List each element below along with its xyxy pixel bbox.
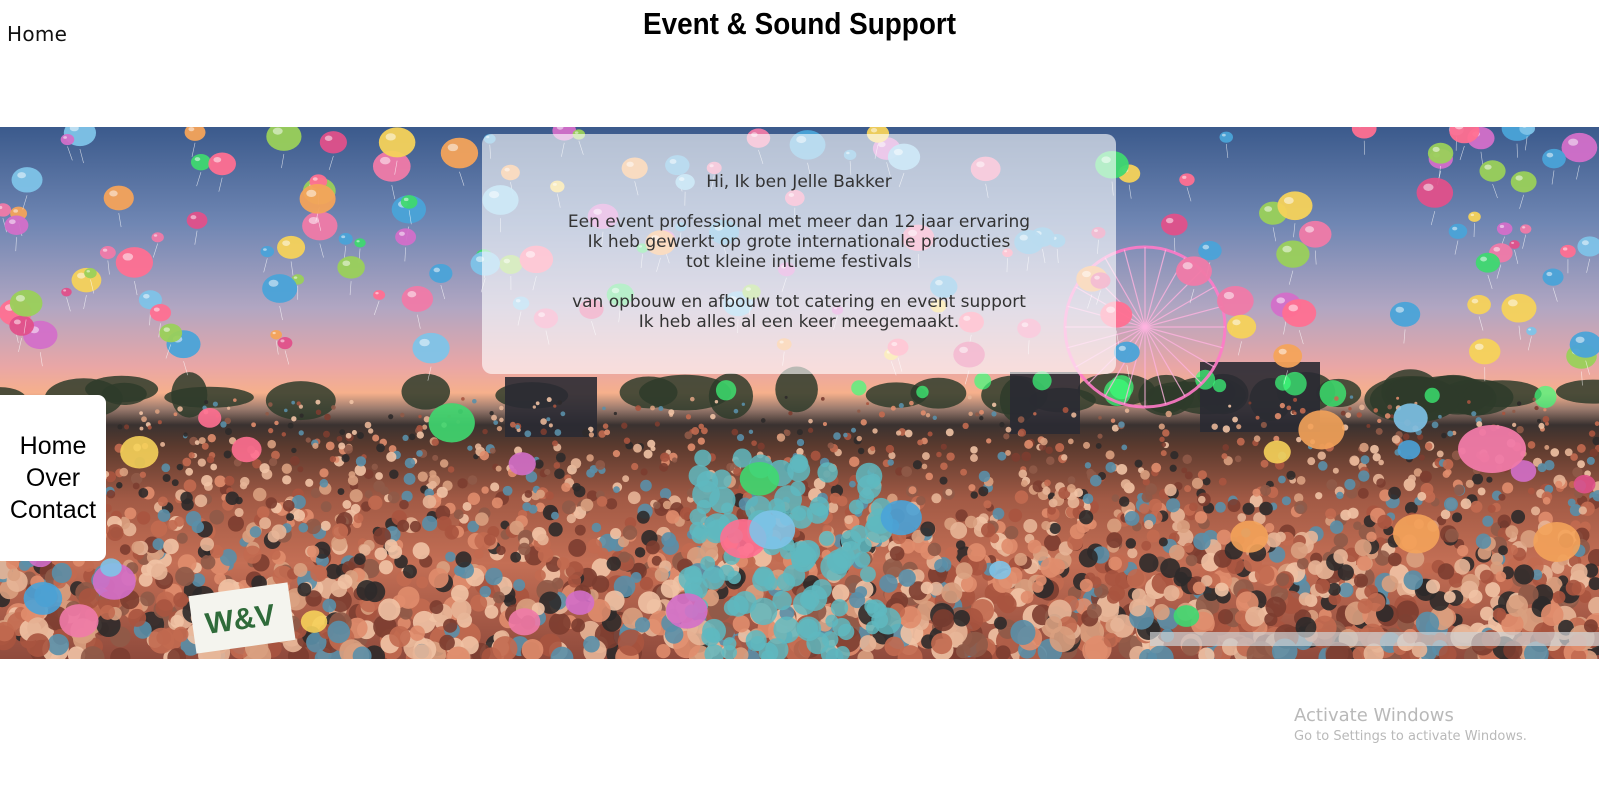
side-nav-contact[interactable]: Contact bbox=[10, 494, 96, 526]
page: Home Event & Sound Support W&V Hi, Ik be… bbox=[0, 0, 1599, 789]
activate-windows-watermark: Activate Windows Go to Settings to activ… bbox=[1294, 705, 1527, 747]
intro-line-2: Ik heb gewerkt op grote internationale p… bbox=[587, 232, 1011, 252]
hero-banner: W&V Hi, Ik ben Jelle Bakker Een event pr… bbox=[0, 127, 1599, 659]
header-home-link[interactable]: Home bbox=[7, 22, 67, 46]
intro-card: Hi, Ik ben Jelle Bakker Een event profes… bbox=[482, 134, 1116, 374]
site-title: Event & Sound Support bbox=[642, 6, 957, 41]
intro-line-4: van opbouw en afbouw tot catering en eve… bbox=[572, 292, 1026, 312]
watermark-subtitle: Go to Settings to activate Windows. bbox=[1294, 729, 1527, 744]
intro-line-5: Ik heb alles al een keer meegemaakt. bbox=[638, 312, 960, 332]
side-nav-home[interactable]: Home bbox=[20, 430, 87, 462]
intro-greeting: Hi, Ik ben Jelle Bakker bbox=[706, 172, 892, 192]
watermark-title: Activate Windows bbox=[1294, 705, 1454, 726]
side-nav-over[interactable]: Over bbox=[26, 462, 80, 494]
side-nav: Home Over Contact bbox=[0, 395, 106, 561]
intro-line-3: tot kleine intieme festivals bbox=[685, 252, 913, 272]
intro-line-1: Een event professional met meer dan 12 j… bbox=[567, 212, 1031, 232]
